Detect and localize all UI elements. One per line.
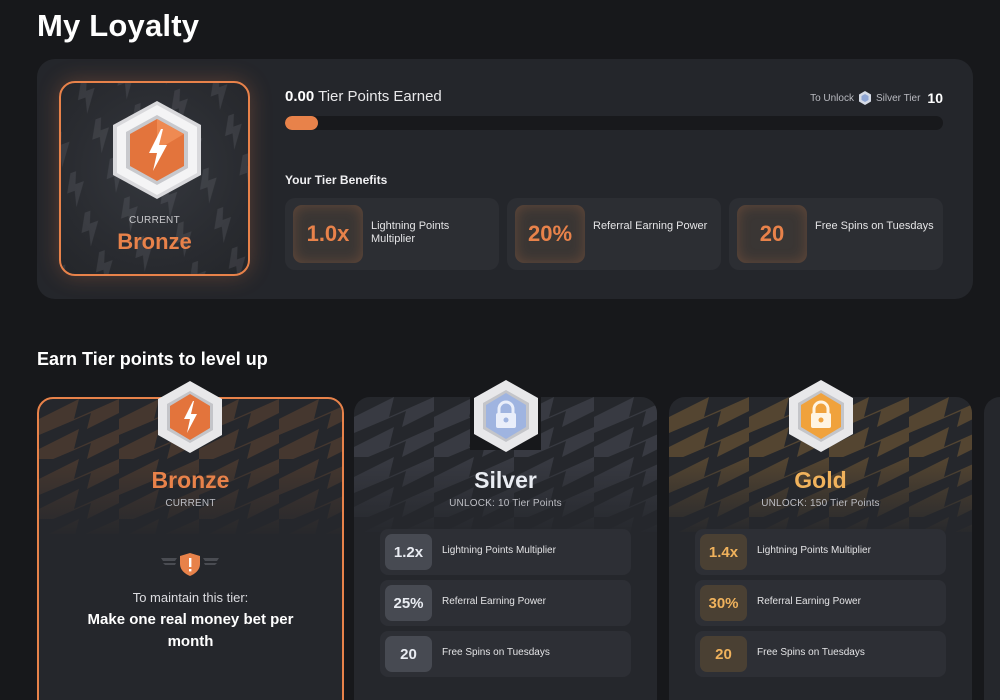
silver-benefit-row: 1.2x Lightning Points Multiplier: [380, 529, 631, 575]
bronze-hex-bolt-icon: [158, 381, 222, 453]
level-up-section-title: Earn Tier points to level up: [37, 349, 268, 369]
benefit-value: 1.0x: [293, 205, 363, 263]
silver-hex-mini-icon: [858, 91, 871, 105]
unlock-next-tier: To Unlock Silver Tier 10: [810, 90, 943, 106]
benefit-value: 1.2x: [385, 534, 432, 570]
current-tier-card: CURRENT Bronze: [59, 81, 250, 276]
next-tier-points: 10: [927, 90, 943, 106]
silver-hex-lock-icon: [474, 380, 538, 452]
benefit-value: 20: [700, 636, 747, 672]
benefit-label: Lightning Points Multiplier: [371, 220, 450, 245]
benefit-label: Lightning Points Multiplier: [757, 545, 871, 556]
loyalty-summary-panel: CURRENT Bronze 0.00 Tier Points Earned T…: [37, 59, 973, 299]
next-tier-name: Silver Tier: [875, 92, 921, 104]
bronze-hex-bolt-icon: [113, 101, 201, 199]
gold-tier-unlock: UNLOCK: 150 Tier Points: [761, 498, 880, 509]
benefit-value: 20: [385, 636, 432, 672]
page-title: My Loyalty: [37, 8, 200, 43]
benefit-card-free-spins: 20 Free Spins on Tuesdays: [729, 198, 943, 270]
benefit-value: 25%: [385, 585, 432, 621]
gold-tier-name: Gold: [794, 467, 847, 493]
maintain-tier-requirement: Make one real money bet per month: [87, 611, 294, 650]
benefit-card-referral: 20% Referral Earning Power: [507, 198, 721, 270]
silver-tier-name: Silver: [474, 467, 537, 493]
bronze-tier-sub: CURRENT: [165, 498, 216, 509]
shield-alert-icon: [161, 553, 219, 576]
tier-progress-fill: [285, 116, 318, 130]
gold-benefit-row: 30% Referral Earning Power: [695, 580, 946, 626]
benefit-label: Lightning Points Multiplier: [442, 545, 556, 556]
silver-benefit-row: 20 Free Spins on Tuesdays: [380, 631, 631, 677]
benefit-label: Free Spins on Tuesdays: [442, 647, 550, 658]
current-tier-name: Bronze: [117, 229, 192, 254]
silver-benefit-row: 25% Referral Earning Power: [380, 580, 631, 626]
tier-points-label: Tier Points Earned: [318, 88, 442, 105]
benefit-value: 30%: [700, 585, 747, 621]
maintain-tier-label: To maintain this tier:: [132, 590, 249, 605]
benefit-value: 20: [737, 205, 807, 263]
benefit-label: Free Spins on Tuesdays: [815, 220, 934, 232]
tier-benefits-title: Your Tier Benefits: [285, 173, 388, 187]
gold-hex-lock-icon: [789, 380, 853, 452]
benefit-label: Free Spins on Tuesdays: [757, 647, 865, 658]
benefit-label: Referral Earning Power: [757, 596, 861, 607]
benefit-card-multiplier: 1.0x Lightning Points Multiplier: [285, 198, 499, 270]
benefit-value: 20%: [515, 205, 585, 263]
benefit-value: 1.4x: [700, 534, 747, 570]
gold-benefit-row: 20 Free Spins on Tuesdays: [695, 631, 946, 677]
unlock-prefix: To Unlock: [810, 92, 854, 104]
bronze-tier-name: Bronze: [151, 467, 230, 493]
gold-benefit-row: 1.4x Lightning Points Multiplier: [695, 529, 946, 575]
benefit-label: Referral Earning Power: [593, 220, 708, 232]
tier-points-earned: 0.00 Tier Points Earned: [285, 88, 442, 105]
current-label: CURRENT: [129, 215, 180, 226]
tier-points-value: 0.00: [285, 88, 315, 105]
tier-card-next-partial[interactable]: [984, 397, 1000, 700]
tier-progress-bar: [285, 116, 943, 130]
silver-tier-unlock: UNLOCK: 10 Tier Points: [449, 498, 562, 509]
benefit-label: Referral Earning Power: [442, 596, 546, 607]
